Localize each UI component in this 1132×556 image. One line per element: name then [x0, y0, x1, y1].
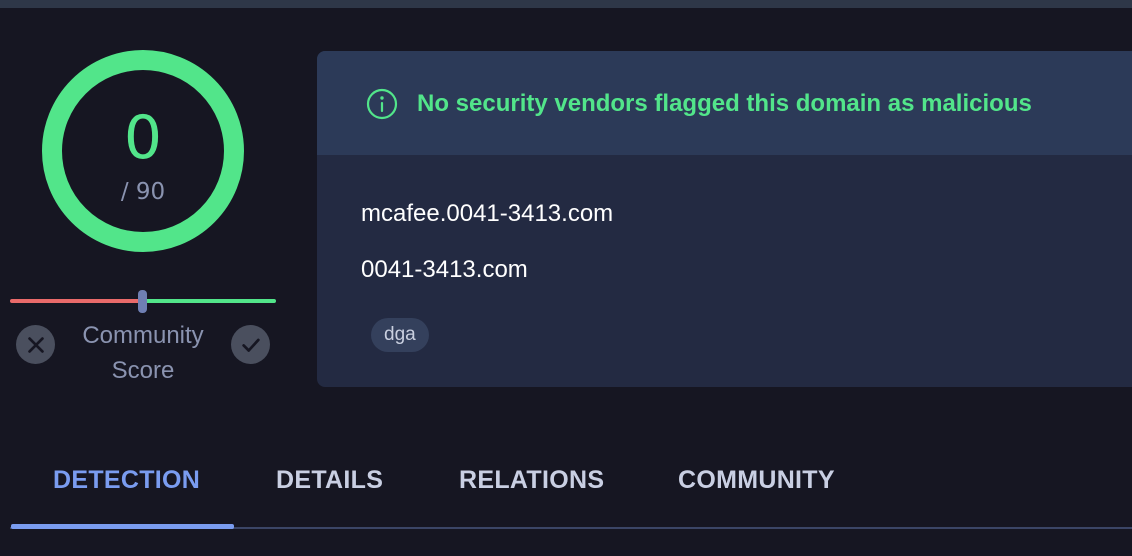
community-slider-positive — [143, 299, 276, 303]
community-label-line2: Score — [111, 357, 175, 384]
domain-summary-card: No security vendors flagged this domain … — [317, 51, 1132, 387]
community-slider-knob — [138, 290, 147, 313]
upvote-button[interactable] — [231, 325, 270, 364]
top-bar — [0, 0, 1132, 8]
community-score-label: Community Score — [60, 318, 226, 388]
verdict-banner: No security vendors flagged this domain … — [317, 51, 1132, 155]
tab-relations[interactable]: RELATIONS — [459, 464, 604, 496]
tab-detection[interactable]: DETECTION — [53, 464, 200, 496]
community-slider-negative — [10, 299, 142, 303]
downvote-button[interactable] — [16, 325, 55, 364]
detection-score-total: / 90 — [120, 179, 166, 205]
tab-community[interactable]: COMMUNITY — [678, 464, 835, 496]
tab-details[interactable]: DETAILS — [276, 464, 383, 496]
domain-name: mcafee.0041-3413.com — [361, 200, 614, 227]
community-label-line1: Community — [82, 322, 204, 349]
active-tab-indicator — [11, 524, 234, 529]
close-icon — [27, 336, 44, 353]
check-icon — [241, 338, 260, 352]
tab-bar: DETECTION DETAILS RELATIONS COMMUNITY — [0, 440, 1132, 530]
verdict-text: No security vendors flagged this domain … — [417, 90, 1032, 117]
detection-score-value: 0 — [123, 103, 163, 173]
parent-domain-link[interactable]: 0041-3413.com — [361, 255, 528, 285]
info-icon — [366, 88, 398, 120]
tag-dga[interactable]: dga — [371, 318, 429, 352]
